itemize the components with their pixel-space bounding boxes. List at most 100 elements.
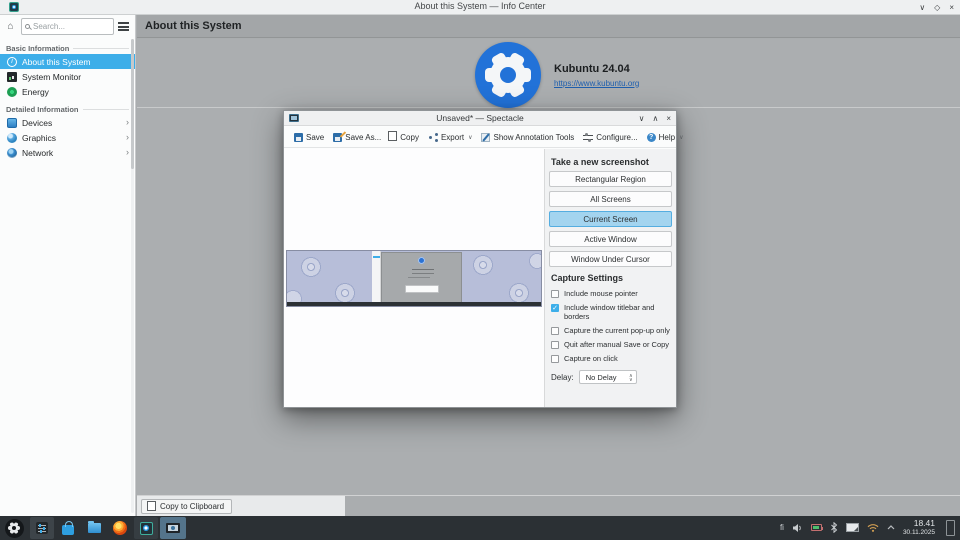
page-title: About this System	[145, 20, 242, 32]
hamburger-menu-icon[interactable]	[118, 22, 129, 31]
help-icon: ?	[646, 132, 656, 142]
distro-name: Kubuntu 24.04	[554, 62, 630, 75]
spectacle-titlebar[interactable]: Unsaved* — Spectacle ∨ ∧ ×	[284, 111, 676, 126]
sidebar: ⌂ Basic Information i About this System …	[0, 15, 136, 516]
taskbar: fi 18.41 30.11.2025	[0, 516, 960, 540]
bluetooth-icon[interactable]	[830, 522, 838, 534]
chevron-down-icon: ∨	[468, 134, 473, 141]
checkbox-icon[interactable]	[551, 290, 559, 298]
search-box[interactable]	[21, 18, 114, 35]
minimize-icon[interactable]: ∨	[919, 3, 925, 12]
checkbox-icon[interactable]	[551, 355, 559, 363]
spectacle-window-title: Unsaved* — Spectacle	[436, 113, 524, 123]
spectacle-panel: Take a new screenshot Rectangular Region…	[544, 149, 676, 407]
option-capture-on-click[interactable]: Capture on click	[551, 354, 675, 363]
infocenter-window-title: About this System — Info Center	[414, 1, 546, 11]
maximize-icon[interactable]: ◇	[934, 3, 940, 12]
wifi-icon[interactable]	[867, 523, 879, 533]
sidebar-scrollbar[interactable]	[131, 39, 134, 513]
option-quit-after-save[interactable]: Quit after manual Save or Copy	[551, 340, 675, 349]
taskbar-settings-button[interactable]	[30, 517, 54, 539]
battery-indicator-icon[interactable]	[810, 524, 823, 532]
infocenter-titlebar: About this System — Info Center ∨ ◇ ×	[0, 0, 960, 15]
configure-button[interactable]: Configure...	[583, 132, 638, 142]
firefox-icon	[113, 521, 127, 535]
active-window-button[interactable]: Active Window	[549, 231, 672, 247]
digital-clock[interactable]: 18.41 30.11.2025	[903, 519, 935, 537]
distro-block: Kubuntu 24.04 https://www.kubuntu.org	[475, 42, 639, 108]
sidebar-item-devices[interactable]: Devices ›	[0, 115, 135, 130]
search-input[interactable]	[33, 22, 110, 31]
sidebar-item-about-this-system[interactable]: i About this System	[0, 54, 135, 69]
delay-label: Delay:	[551, 372, 574, 382]
devices-icon	[7, 117, 17, 128]
copy-icon	[388, 131, 398, 141]
save-button[interactable]: Save	[294, 132, 324, 142]
capture-settings-heading: Capture Settings	[551, 273, 624, 283]
section-basic-information: Basic Information	[0, 38, 135, 54]
sidebar-item-energy[interactable]: Energy	[0, 84, 135, 99]
copy-button[interactable]: Copy	[388, 131, 419, 142]
annotation-icon	[481, 132, 491, 142]
sidebar-item-network[interactable]: Network ›	[0, 145, 135, 160]
delay-spinner[interactable]: No Delay ∧ ∨	[578, 370, 637, 384]
folder-icon	[87, 521, 101, 533]
minimize-icon[interactable]: ∨	[639, 114, 645, 123]
taskbar-spectacle-task[interactable]	[160, 517, 186, 539]
home-icon[interactable]: ⌂	[4, 21, 17, 32]
taskbar-firefox-button[interactable]	[108, 517, 132, 539]
graphics-icon	[7, 132, 17, 143]
show-desktop-button[interactable]	[946, 519, 955, 536]
close-icon[interactable]: ×	[666, 114, 671, 123]
save-as-button[interactable]: Save As...	[333, 132, 381, 142]
screenshot-thumbnail[interactable]	[286, 250, 542, 307]
discover-icon	[62, 520, 74, 535]
sidebar-item-graphics[interactable]: Graphics ›	[0, 130, 135, 145]
checkbox-icon[interactable]	[551, 327, 559, 335]
option-include-mouse-pointer[interactable]: Include mouse pointer	[551, 289, 675, 298]
volume-icon[interactable]	[792, 523, 803, 533]
save-icon	[294, 132, 303, 142]
app-launcher-button[interactable]	[2, 517, 26, 539]
spectacle-icon	[166, 523, 180, 533]
copy-icon	[147, 500, 156, 511]
taskbar-discover-button[interactable]	[56, 517, 80, 539]
taskbar-file-manager-button[interactable]	[82, 517, 106, 539]
checkbox-checked-icon[interactable]: ✓	[551, 304, 559, 312]
screenshot-preview-area	[284, 149, 544, 407]
window-under-cursor-button[interactable]: Window Under Cursor	[549, 251, 672, 267]
keyboard-layout-indicator[interactable]: fi	[780, 523, 784, 532]
all-screens-button[interactable]: All Screens	[549, 191, 672, 207]
rectangular-region-button[interactable]: Rectangular Region	[549, 171, 672, 187]
option-include-titlebar-borders[interactable]: ✓ Include window titlebar and borders	[551, 303, 675, 321]
chevron-right-icon: ›	[126, 147, 129, 157]
kubuntu-launcher-icon	[4, 518, 24, 538]
search-icon	[25, 24, 30, 29]
help-button[interactable]: ? Help ∨	[646, 132, 684, 142]
maximize-icon[interactable]: ∧	[652, 114, 658, 123]
distro-website-link[interactable]: https://www.kubuntu.org	[554, 79, 639, 88]
taskbar-info-center-task[interactable]	[134, 517, 158, 539]
thumbnail-window	[381, 252, 462, 303]
checkbox-icon[interactable]	[551, 341, 559, 349]
current-screen-button[interactable]: Current Screen	[549, 211, 672, 227]
thumbnail-taskbar	[287, 302, 541, 306]
option-capture-popup-only[interactable]: Capture the current pop-up only	[551, 326, 675, 335]
system-tray: fi 18.41 30.11.2025	[780, 519, 960, 536]
info-center-icon	[139, 521, 153, 535]
export-icon	[428, 133, 438, 142]
spectacle-toolbar: Save Save As... Copy Export ∨ Show Annot…	[284, 127, 684, 148]
close-icon[interactable]: ×	[949, 3, 954, 12]
energy-icon	[7, 86, 17, 97]
take-screenshot-heading: Take a new screenshot	[551, 157, 649, 167]
screen-share-icon[interactable]	[845, 522, 859, 533]
chevron-right-icon: ›	[126, 132, 129, 142]
copy-to-clipboard-button[interactable]: Copy to Clipboard	[141, 499, 233, 514]
chevron-right-icon: ›	[126, 117, 129, 127]
export-button[interactable]: Export ∨	[428, 133, 473, 142]
show-annotation-tools-button[interactable]: Show Annotation Tools	[481, 132, 574, 142]
thumbnail-sidebar	[372, 251, 381, 306]
spinner-down-icon[interactable]: ∨	[629, 378, 633, 383]
expand-tray-icon[interactable]	[887, 525, 895, 530]
sidebar-item-system-monitor[interactable]: System Monitor	[0, 69, 135, 84]
